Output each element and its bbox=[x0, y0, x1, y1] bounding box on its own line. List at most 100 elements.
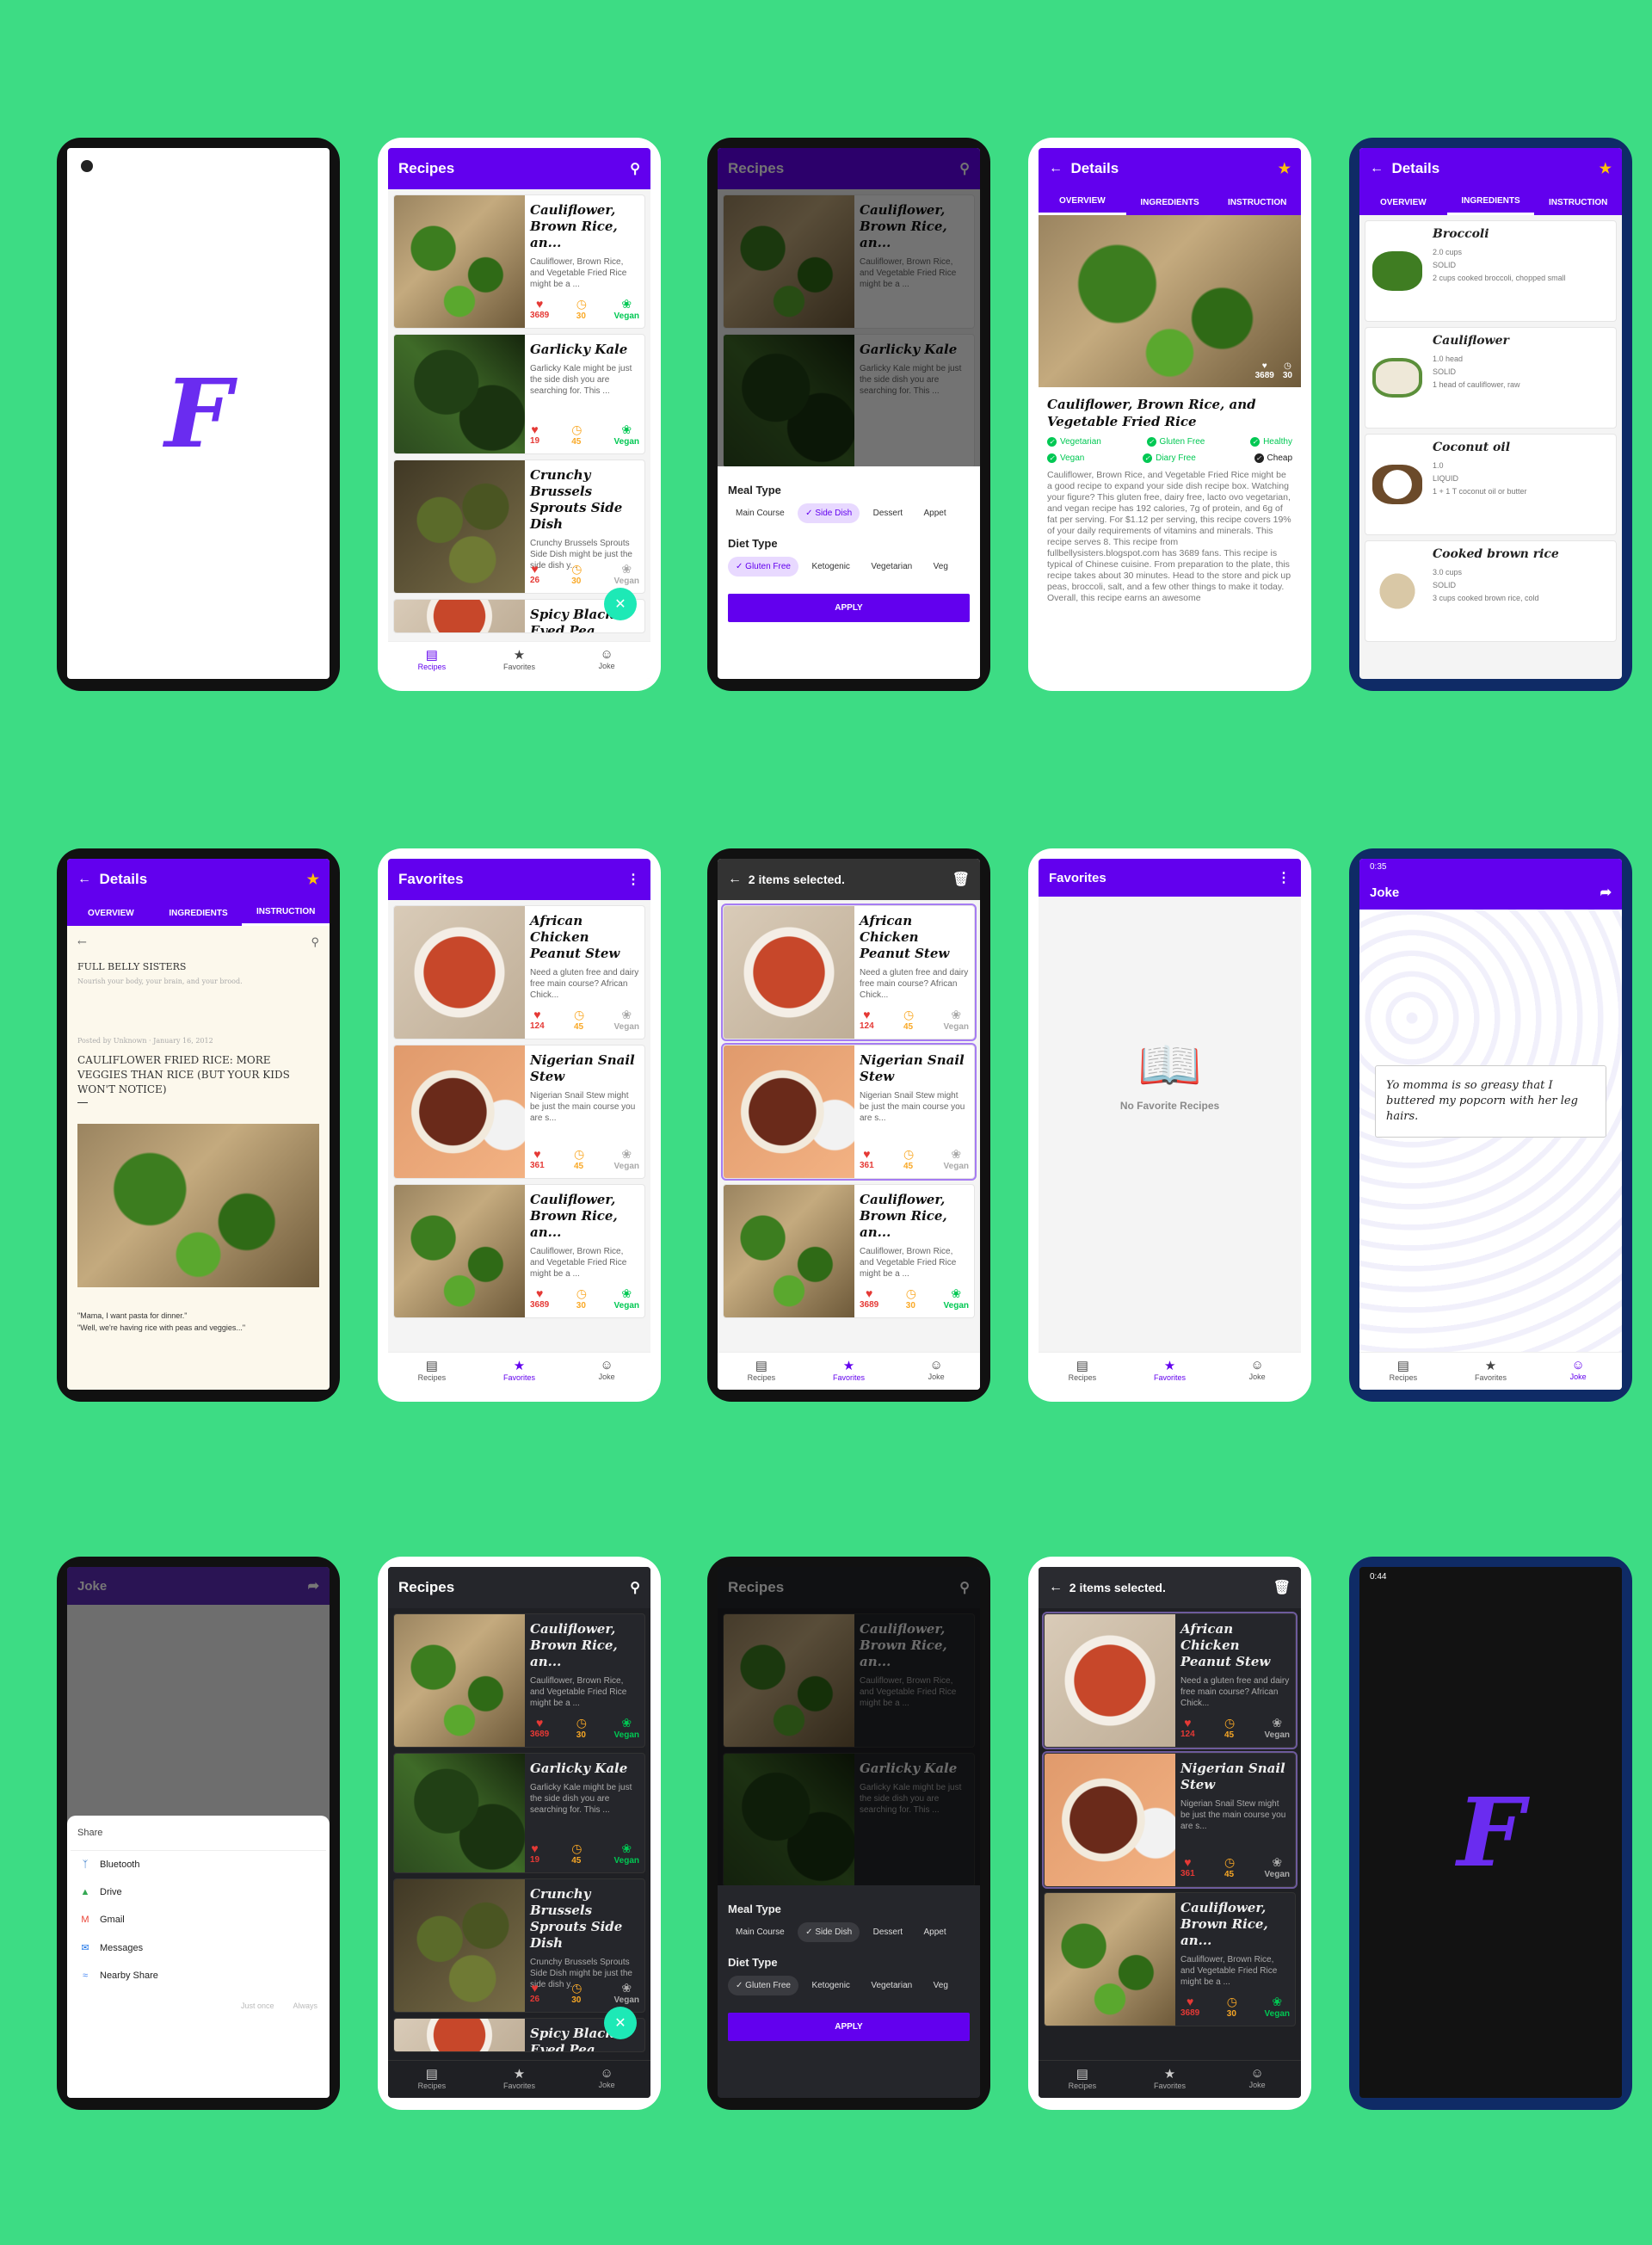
back-arrow-icon[interactable]: ← bbox=[77, 872, 91, 887]
apply-button[interactable]: APPLY bbox=[728, 594, 970, 622]
tab-overview[interactable]: OVERVIEW bbox=[1359, 191, 1447, 214]
favorite-card[interactable]: Cauliflower, Brown Rice, an... Cauliflowe… bbox=[723, 1184, 975, 1318]
share-nearby[interactable]: ≈ Nearby Share bbox=[71, 1962, 326, 1989]
nav-joke[interactable]: ☺ Joke bbox=[1213, 2061, 1301, 2098]
search-icon[interactable]: ⚲ bbox=[630, 1579, 640, 1596]
just-once-button[interactable]: Just once bbox=[241, 2001, 274, 2010]
nav-joke[interactable]: ☺ Joke bbox=[563, 642, 650, 679]
nav-favorites[interactable]: ★ Favorites bbox=[1126, 1353, 1214, 1390]
tab-overview[interactable]: OVERVIEW bbox=[67, 902, 155, 925]
filter-fab[interactable]: ✕ bbox=[604, 2007, 637, 2039]
chip-vegetarian[interactable]: Vegetarian bbox=[863, 1976, 920, 1995]
chip-main-course[interactable]: Main Course bbox=[728, 1922, 792, 1942]
nav-favorites[interactable]: ★ Favorites bbox=[1126, 2061, 1214, 2098]
chip-dessert[interactable]: Dessert bbox=[866, 503, 910, 523]
search-icon[interactable]: ⚲ bbox=[630, 160, 640, 177]
tab-ingredients[interactable]: INGREDIENTS bbox=[155, 902, 243, 925]
back-arrow-icon[interactable]: ← bbox=[77, 936, 87, 949]
chip-ketogenic[interactable]: Ketogenic bbox=[804, 557, 857, 577]
tab-instruction[interactable]: INSTRUCTION bbox=[242, 900, 330, 926]
nav-recipes[interactable]: ▤ Recipes bbox=[388, 2061, 476, 2098]
share-icon[interactable]: ➦ bbox=[1600, 884, 1612, 901]
nav-joke[interactable]: ☺ Joke bbox=[563, 2061, 650, 2098]
chip-main-course[interactable]: Main Course bbox=[728, 503, 792, 523]
tab-instruction[interactable]: INSTRUCTION bbox=[1213, 191, 1301, 214]
favorite-card[interactable]: African Chicken Peanut Stew Need a gluten… bbox=[393, 905, 645, 1039]
apply-button[interactable]: APPLY bbox=[728, 2013, 970, 2041]
share-bluetooth[interactable]: ᛉ Bluetooth bbox=[71, 1851, 326, 1878]
leaf-icon: ❀ bbox=[951, 1008, 962, 1021]
back-arrow-icon[interactable]: ← bbox=[728, 872, 742, 887]
share-icon[interactable]: ➦ bbox=[308, 1577, 319, 1594]
chip-dessert[interactable]: Dessert bbox=[866, 1922, 910, 1942]
page-title: Favorites bbox=[398, 871, 464, 887]
star-icon[interactable]: ★ bbox=[307, 871, 319, 888]
tab-ingredients[interactable]: INGREDIENTS bbox=[1446, 189, 1535, 215]
recipe-card[interactable]: Crunchy Brussels Sprouts Side Dish Crunch… bbox=[393, 1878, 645, 2013]
chip-gluten-free[interactable]: ✓ Gluten Free bbox=[728, 1976, 798, 1995]
chip-ketogenic[interactable]: Ketogenic bbox=[804, 1976, 857, 1995]
favorite-card[interactable]: Nigerian Snail Stew Nigerian Snail Stew m… bbox=[393, 1045, 645, 1179]
nav-joke[interactable]: ☺ Joke bbox=[563, 1353, 650, 1390]
favorite-card[interactable]: Nigerian Snail Stew Nigerian Snail Stew m… bbox=[1042, 1751, 1298, 1889]
nav-favorites[interactable]: ★ Favorites bbox=[476, 1353, 564, 1390]
chip-appetizer[interactable]: Appet bbox=[916, 503, 954, 523]
star-icon[interactable]: ★ bbox=[1600, 160, 1612, 177]
favorite-card[interactable]: African Chicken Peanut Stew Need a gluten… bbox=[721, 904, 977, 1041]
chip-appetizer[interactable]: Appet bbox=[916, 1922, 954, 1942]
filter-bottom-sheet: Meal Type Main Course ✓ Side Dish Desser… bbox=[718, 466, 980, 679]
chip-vegan[interactable]: Veg bbox=[926, 1976, 956, 1995]
nav-joke[interactable]: ☺ Joke bbox=[1213, 1353, 1301, 1390]
chip-side-dish[interactable]: ✓ Side Dish bbox=[798, 503, 860, 523]
chip-vegetarian[interactable]: Vegetarian bbox=[863, 557, 920, 577]
clock-icon: ◷ bbox=[574, 1008, 585, 1021]
chip-gluten-free[interactable]: ✓ Gluten Free bbox=[728, 557, 798, 577]
delete-icon[interactable]: 🗑 bbox=[952, 871, 970, 888]
nav-favorites[interactable]: ★ Favorites bbox=[476, 2061, 564, 2098]
more-vert-icon[interactable]: ⋮ bbox=[626, 871, 640, 888]
favorite-card[interactable]: Cauliflower, Brown Rice, an... Cauliflowe… bbox=[393, 1184, 645, 1318]
nav-recipes[interactable]: ▤ Recipes bbox=[1359, 1353, 1447, 1390]
instruction-webview[interactable]: ← ⚲ FULL BELLY SISTERS Nourish your body,… bbox=[67, 926, 330, 1342]
share-messages[interactable]: ✉ Messages bbox=[71, 1934, 326, 1962]
nav-recipes[interactable]: ▤ Recipes bbox=[388, 642, 476, 679]
recipe-card[interactable]: Crunchy Brussels Sprouts Side Dish Crunc… bbox=[393, 459, 645, 594]
recipe-card[interactable]: Cauliflower, Brown Rice, an... Cauliflowe… bbox=[393, 1613, 645, 1748]
chip-side-dish[interactable]: ✓ Side Dish bbox=[798, 1922, 860, 1942]
nav-recipes[interactable]: ▤ Recipes bbox=[1039, 2061, 1126, 2098]
more-vert-icon[interactable]: ⋮ bbox=[1277, 869, 1291, 886]
vegan-label: Vegan bbox=[1264, 2009, 1290, 2019]
vegan-label: Vegan bbox=[613, 1022, 639, 1032]
tab-ingredients[interactable]: INGREDIENTS bbox=[1126, 191, 1214, 214]
recipe-image bbox=[1045, 1754, 1175, 1886]
nav-joke[interactable]: ☺ Joke bbox=[892, 1353, 980, 1390]
back-arrow-icon[interactable]: ← bbox=[1049, 161, 1063, 176]
search-icon[interactable]: ⚲ bbox=[311, 936, 319, 949]
tab-overview[interactable]: OVERVIEW bbox=[1039, 189, 1126, 215]
favorite-card[interactable]: Nigerian Snail Stew Nigerian Snail Stew m… bbox=[721, 1043, 977, 1181]
recipe-card[interactable]: Cauliflower, Brown Rice, an... Cauliflow… bbox=[393, 194, 645, 329]
nav-recipes[interactable]: ▤ Recipes bbox=[718, 1353, 805, 1390]
tab-instruction[interactable]: INSTRUCTION bbox=[1534, 191, 1622, 214]
share-drive[interactable]: ▲ Drive bbox=[71, 1878, 326, 1906]
share-gmail[interactable]: M Gmail bbox=[71, 1906, 326, 1934]
favorite-card[interactable]: African Chicken Peanut Stew Need a gluten… bbox=[1042, 1612, 1298, 1749]
recipe-description: Garlicky Kale might be just the side dis… bbox=[530, 1783, 632, 1815]
filter-fab[interactable]: ✕ bbox=[604, 588, 637, 620]
nav-favorites[interactable]: ★ Favorites bbox=[476, 642, 564, 679]
chip-vegan[interactable]: Veg bbox=[926, 557, 956, 577]
likes-count: 3689 bbox=[530, 311, 550, 320]
star-icon[interactable]: ★ bbox=[1279, 160, 1291, 177]
nav-favorites[interactable]: ★ Favorites bbox=[1447, 1353, 1535, 1390]
nav-joke[interactable]: ☺ Joke bbox=[1534, 1353, 1622, 1390]
recipe-card[interactable]: Garlicky Kale Garlicky Kale might be jus… bbox=[393, 334, 645, 454]
nav-recipes[interactable]: ▤ Recipes bbox=[1039, 1353, 1126, 1390]
back-arrow-icon[interactable]: ← bbox=[1049, 1580, 1063, 1595]
recipe-card[interactable]: Garlicky Kale Garlicky Kale might be just… bbox=[393, 1753, 645, 1873]
nav-favorites[interactable]: ★ Favorites bbox=[805, 1353, 893, 1390]
delete-icon[interactable]: 🗑 bbox=[1273, 1579, 1291, 1596]
nav-recipes[interactable]: ▤ Recipes bbox=[388, 1353, 476, 1390]
favorite-card[interactable]: Cauliflower, Brown Rice, an... Cauliflowe… bbox=[1044, 1892, 1296, 2026]
always-button[interactable]: Always bbox=[293, 2001, 317, 2010]
back-arrow-icon[interactable]: ← bbox=[1370, 161, 1384, 176]
